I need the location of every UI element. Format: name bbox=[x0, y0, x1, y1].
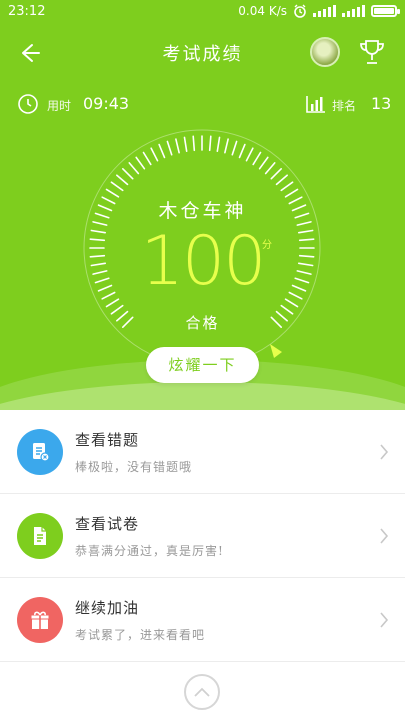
list-item-exam-paper[interactable]: 查看试卷 恭喜满分通过，真是厉害! bbox=[0, 494, 405, 578]
action-list: 查看错题 棒极啦，没有错题哦 查看试卷 恭喜满分通过，真是厉害! 继续加油 考试… bbox=[0, 410, 405, 662]
stats-row: 用时 09:43 排名 13 bbox=[0, 90, 405, 118]
dial-tick bbox=[208, 135, 212, 152]
list-item-title: 继续加油 bbox=[75, 599, 140, 617]
dial-tick bbox=[192, 135, 196, 152]
dial-tick bbox=[158, 143, 166, 159]
network-speed: 0.04 K/s bbox=[238, 4, 287, 18]
chevron-up-icon bbox=[194, 687, 210, 697]
pass-label: 合格 bbox=[185, 314, 220, 332]
chevron-right-icon bbox=[380, 612, 389, 628]
dial-tick bbox=[128, 162, 140, 175]
dial-tick bbox=[238, 143, 246, 159]
alarm-icon bbox=[294, 4, 306, 18]
score-value: 100 bbox=[140, 222, 267, 301]
rank-title: 木仓车神 bbox=[158, 200, 247, 222]
list-item-wrong-questions[interactable]: 查看错题 棒极啦，没有错题哦 bbox=[0, 410, 405, 494]
list-item-title: 查看错题 bbox=[75, 431, 140, 449]
dial-tick bbox=[122, 168, 134, 180]
dial-tick bbox=[183, 136, 188, 153]
dial-tick bbox=[270, 168, 282, 180]
dial-tick bbox=[142, 151, 152, 166]
dial-tick bbox=[264, 162, 276, 175]
rank-label: 排名 bbox=[332, 99, 357, 113]
dial-tick bbox=[275, 174, 288, 186]
status-bar: 23:12 0.04 K/s bbox=[0, 0, 405, 24]
scroll-up-button[interactable] bbox=[184, 674, 220, 710]
cell-signal-icon bbox=[313, 5, 336, 17]
dial-tick bbox=[258, 156, 269, 170]
dial-tick bbox=[135, 156, 146, 170]
time-value: 09:43 bbox=[83, 94, 130, 113]
cell-signal-4g-icon bbox=[342, 5, 365, 17]
dial-tick bbox=[252, 151, 262, 166]
dial-tick bbox=[224, 138, 229, 154]
dial-tick bbox=[150, 147, 159, 162]
dial-tick bbox=[110, 181, 124, 192]
dial-tick bbox=[231, 140, 238, 156]
nav-bar: 考试成绩 bbox=[0, 28, 405, 76]
dial-pointer-icon bbox=[270, 344, 282, 358]
dial-tick bbox=[166, 140, 173, 156]
dial-tick bbox=[175, 138, 180, 154]
dial-tick bbox=[280, 181, 294, 192]
exam-paper-icon bbox=[17, 513, 63, 559]
share-button[interactable]: 炫耀一下 bbox=[146, 347, 259, 383]
gift-icon bbox=[17, 597, 63, 643]
dial-tick bbox=[116, 174, 129, 186]
avatar[interactable] bbox=[310, 37, 340, 67]
rank-value: 13 bbox=[371, 94, 392, 113]
dial-tick bbox=[216, 136, 221, 153]
clock-icon bbox=[18, 94, 38, 114]
bar-chart-icon bbox=[306, 96, 325, 113]
page-title: 考试成绩 bbox=[162, 44, 243, 65]
list-item-subtitle: 考试累了，进来看看吧 bbox=[75, 628, 206, 642]
chevron-right-icon bbox=[380, 528, 389, 544]
chevron-right-icon bbox=[380, 444, 389, 460]
time-label: 用时 bbox=[47, 99, 72, 113]
list-item-subtitle: 棒极啦，没有错题哦 bbox=[75, 460, 193, 474]
dial-tick bbox=[245, 147, 254, 162]
trophy-icon[interactable] bbox=[356, 36, 388, 68]
battery-icon bbox=[371, 5, 400, 17]
list-item-subtitle: 恭喜满分通过，真是厉害! bbox=[75, 544, 224, 558]
status-time: 23:12 bbox=[8, 4, 46, 19]
list-item-keep-going[interactable]: 继续加油 考试累了，进来看看吧 bbox=[0, 578, 405, 662]
wrong-questions-icon bbox=[17, 429, 63, 475]
score-unit: 分 bbox=[262, 240, 272, 251]
list-item-title: 查看试卷 bbox=[75, 515, 140, 533]
